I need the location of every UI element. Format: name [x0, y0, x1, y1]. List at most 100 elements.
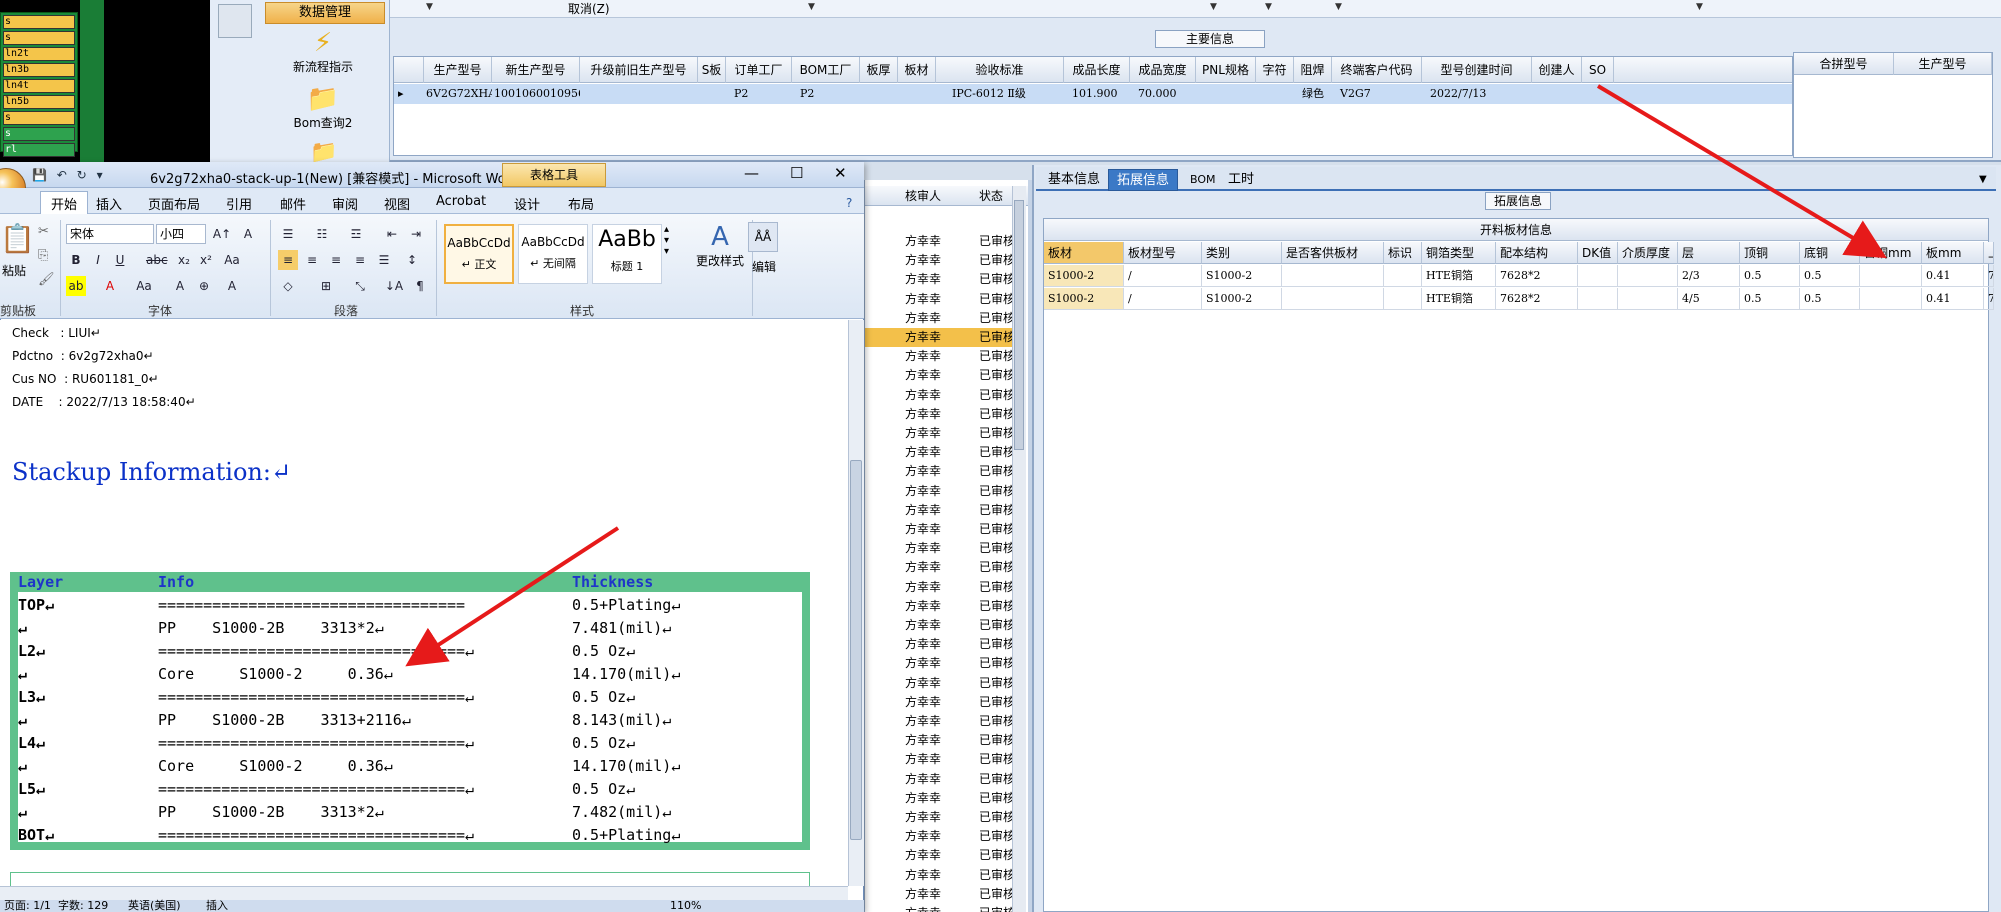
list-item[interactable]: 方幸幸 已审核 [865, 232, 1015, 251]
new-process-button[interactable]: ⚡ 新流程指示 [263, 28, 383, 75]
list-item[interactable]: 方幸幸 已审核 [865, 578, 1015, 597]
align-left-icon[interactable]: ≡ [278, 250, 298, 270]
grid-cell[interactable]: 2/3 [1678, 265, 1740, 287]
grid-cell[interactable]: S1000-2 [1044, 265, 1124, 287]
ribbon-tab-view[interactable]: 视图 [384, 194, 410, 213]
grid-cell[interactable]: 7 [1984, 288, 1994, 310]
ribbon-tab-review[interactable]: 审阅 [332, 194, 358, 213]
help-icon[interactable]: ? [846, 196, 852, 210]
grid-cell[interactable]: P2 [798, 84, 858, 104]
grid-column-header[interactable]: BOM工厂 [792, 57, 860, 83]
list-item[interactable]: 方幸幸 已审核 [865, 443, 1015, 462]
legacy-item[interactable]: ln2t [3, 47, 75, 61]
list-item[interactable]: 方幸幸 已审核 [865, 597, 1015, 616]
grid-cell[interactable] [698, 84, 726, 104]
grid-cell[interactable]: 0.41 [1922, 265, 1984, 287]
undo-icon[interactable]: ↶ [57, 168, 67, 182]
tab-labor-hours[interactable]: 工时 [1220, 169, 1262, 191]
grid-cell[interactable] [1282, 288, 1384, 310]
grid-cell[interactable] [1860, 265, 1922, 287]
tab-extended-info[interactable]: 拓展信息 [1108, 169, 1179, 191]
font-size-select[interactable]: 小四 [156, 224, 206, 244]
list-item[interactable]: 方幸幸 已审核 [865, 789, 1015, 808]
ribbon-tab-design[interactable]: 设计 [514, 194, 540, 213]
list-item[interactable]: 方幸幸 已审核 [865, 347, 1015, 366]
ribbon-tab-mailings[interactable]: 邮件 [280, 194, 306, 213]
grid-cell[interactable] [1860, 288, 1922, 310]
grid-cell[interactable]: 7 [1984, 265, 1994, 287]
list-item[interactable]: 方幸幸 已审核 [865, 635, 1015, 654]
grid-cell[interactable] [1532, 84, 1582, 104]
grid-cell[interactable]: 0.5 [1800, 265, 1860, 287]
grid-cell[interactable]: 6V2G72XHA0 [424, 84, 492, 104]
grid-column-header[interactable]: PNL规格 [1196, 57, 1256, 83]
font-grow-icon[interactable]: A↑ [212, 224, 232, 244]
grid-column-header[interactable]: 验收标准 [936, 57, 1064, 83]
strikethrough-icon[interactable]: abc [146, 250, 168, 270]
grid-cell[interactable]: 绿色 [1300, 84, 1332, 104]
grid-column-header[interactable]: 终端客户代码 [1332, 57, 1422, 83]
grid-column-header[interactable]: 字符 [1256, 57, 1294, 83]
chinese-layout-icon[interactable]: ⤡ [350, 276, 370, 296]
phonetic-icon[interactable]: A [222, 276, 242, 296]
cut-icon[interactable]: ✂ [38, 224, 49, 239]
find-icon[interactable]: ÅÅ [748, 222, 778, 252]
list-item[interactable]: 方幸幸 已审核 [865, 482, 1015, 501]
list-item[interactable]: 方幸幸 已审核 [865, 616, 1015, 635]
cancel-menu-item[interactable]: 取消(Z) [568, 0, 610, 17]
chevron-down-icon[interactable]: ▼ [426, 2, 433, 12]
grid-cell[interactable]: V2G7 [1338, 84, 1422, 104]
grid-cell[interactable]: 0.41 [1922, 288, 1984, 310]
grid-cell[interactable]: HTE铜箔 [1422, 288, 1496, 310]
numbering-icon[interactable]: ☷ [312, 224, 332, 244]
grid-column-header[interactable]: 上 [1984, 242, 1994, 264]
borders-icon[interactable]: ⊞ [316, 276, 336, 296]
enclose-char-icon[interactable]: ⊕ [194, 276, 214, 296]
grid-cell[interactable]: 2022/7/13 [1428, 84, 1532, 104]
list-item[interactable]: 方幸幸 已审核 [865, 270, 1015, 289]
grid-cell[interactable]: 0.5 [1800, 288, 1860, 310]
paste-button[interactable]: 粘贴 [2, 262, 26, 279]
word-count[interactable]: 字数: 129 [58, 900, 108, 912]
justify-icon[interactable]: ≡ [350, 250, 370, 270]
chevron-down-icon[interactable]: ▼ [1696, 2, 1703, 12]
legacy-item[interactable]: rl [3, 143, 75, 157]
grid-cell[interactable]: 0.5 [1740, 288, 1800, 310]
font-color-icon[interactable]: A [100, 276, 120, 296]
list-item[interactable]: 方幸幸 已审核 [865, 712, 1015, 731]
language-indicator[interactable]: 英语(美国) [128, 900, 181, 912]
list-item[interactable]: 方幸幸 已审核 [865, 808, 1015, 827]
grid-cell[interactable]: S1000-2 [1202, 265, 1282, 287]
underline-icon[interactable]: U [110, 250, 130, 270]
list-item[interactable]: 方幸幸 已审核 [865, 309, 1015, 328]
list-item[interactable]: 方幸幸 已审核 [865, 770, 1015, 789]
page-count[interactable]: 页面: 1/1 [4, 900, 51, 912]
maximize-icon[interactable]: ☐ [790, 164, 803, 182]
grid-column-header[interactable]: DK值 [1578, 242, 1618, 264]
char-border-icon[interactable]: A [170, 276, 190, 296]
grid-cell[interactable]: IPC-6012 Ⅱ级 [950, 84, 1064, 104]
grid-column-header[interactable]: 板厚 [860, 57, 898, 83]
list-item[interactable]: 方幸幸 已审核 [865, 674, 1015, 693]
styles-gallery-scroll[interactable]: ▴ ▾ ▾ [664, 224, 669, 257]
grid-column-header[interactable]: 铜箔类型 [1422, 242, 1496, 264]
grid-column-header[interactable]: 板材 [1044, 242, 1124, 264]
word-horizontal-scrollbar[interactable] [0, 886, 848, 900]
bom-query-button[interactable]: 📁 Bom查询2 [263, 84, 383, 131]
list-item[interactable]: 方幸幸 已审核 [865, 750, 1015, 769]
list-item[interactable]: 方幸幸 已审核 [865, 328, 1015, 347]
grid-cell[interactable] [580, 84, 698, 104]
list-item[interactable]: 方幸幸 已审核 [865, 731, 1015, 750]
ribbon-tab-insert[interactable]: 插入 [96, 194, 122, 213]
chevron-down-icon[interactable]: ▼ [1335, 2, 1342, 12]
list-item[interactable]: 方幸幸 已审核 [865, 654, 1015, 673]
list-item[interactable]: 方幸幸 已审核 [865, 462, 1015, 481]
grid-column-header[interactable]: 底铜 [1800, 242, 1860, 264]
list-item[interactable]: 方幸幸 已审核 [865, 405, 1015, 424]
grid-cell[interactable]: HTE铜箔 [1422, 265, 1496, 287]
grid-cell[interactable] [1618, 265, 1678, 287]
grid-cell[interactable]: S1000-2 [1202, 288, 1282, 310]
nav-header[interactable]: 数据管理 [265, 2, 385, 24]
legacy-item[interactable]: s [3, 31, 75, 45]
grid-cell[interactable] [1384, 288, 1422, 310]
